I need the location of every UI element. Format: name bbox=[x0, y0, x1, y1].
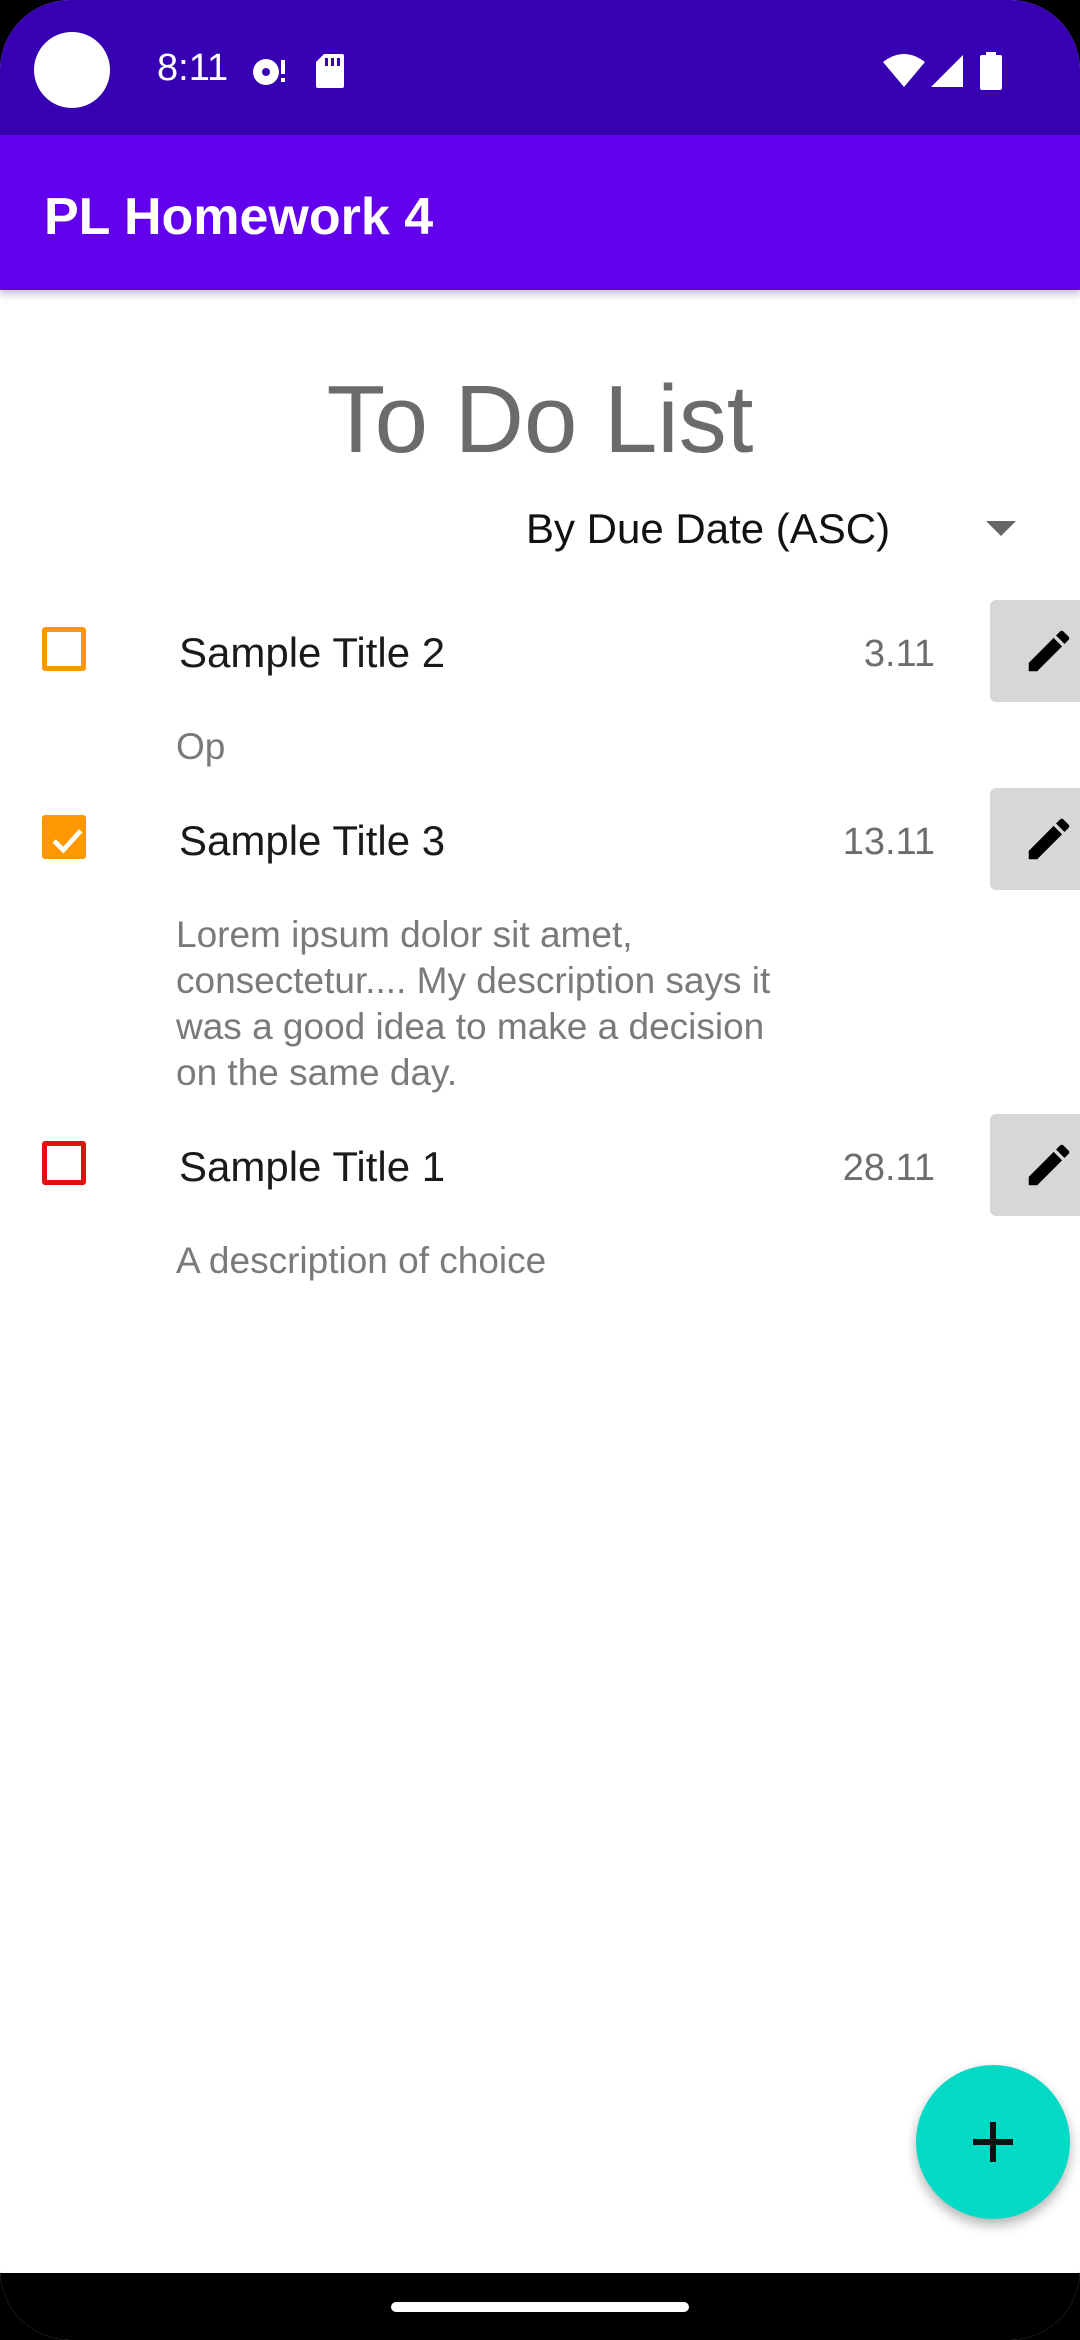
navigation-bar bbox=[0, 2273, 1080, 2340]
app-screen: 8:11 PL Homework 4 To Do List By Due Dat… bbox=[0, 0, 1080, 2340]
add-task-button[interactable] bbox=[916, 2065, 1070, 2219]
sort-dropdown[interactable]: By Due Date (ASC) bbox=[520, 495, 1030, 565]
edit-button[interactable] bbox=[990, 788, 1080, 890]
home-gesture-handle[interactable] bbox=[391, 2302, 689, 2312]
sd-card-icon bbox=[315, 52, 345, 95]
edit-button[interactable] bbox=[990, 600, 1080, 702]
status-bar: 8:11 bbox=[0, 0, 1080, 135]
task-description: A description of choice bbox=[176, 1240, 547, 1281]
camera-cutout bbox=[34, 32, 110, 108]
signal-icon bbox=[930, 54, 964, 93]
task-description: Lorem ipsum dolor sit amet, consectetur.… bbox=[176, 914, 771, 1093]
edit-button[interactable] bbox=[990, 1114, 1080, 1216]
page-title: To Do List bbox=[326, 366, 754, 473]
task-title: Sample Title 1 bbox=[179, 1143, 446, 1190]
battery-icon bbox=[980, 52, 1002, 95]
task-due-date: 3.11 bbox=[863, 633, 935, 675]
media-icon bbox=[250, 52, 288, 95]
app-bar: PL Homework 4 bbox=[0, 135, 1080, 290]
task-description: Op bbox=[176, 726, 226, 767]
wifi-icon bbox=[882, 54, 926, 93]
task-due-date: 28.11 bbox=[842, 1147, 935, 1189]
task-title: Sample Title 3 bbox=[179, 817, 446, 864]
task-title: Sample Title 2 bbox=[179, 629, 446, 676]
task-due-date: 13.11 bbox=[842, 821, 935, 863]
task-checkbox[interactable] bbox=[42, 1141, 86, 1185]
task-checkbox[interactable] bbox=[42, 815, 86, 859]
sort-dropdown-value: By Due Date (ASC) bbox=[526, 505, 891, 552]
dropdown-arrow-icon bbox=[986, 521, 1016, 536]
app-title: PL Homework 4 bbox=[44, 188, 434, 246]
task-checkbox[interactable] bbox=[42, 627, 86, 671]
status-time: 8:11 bbox=[157, 47, 229, 89]
